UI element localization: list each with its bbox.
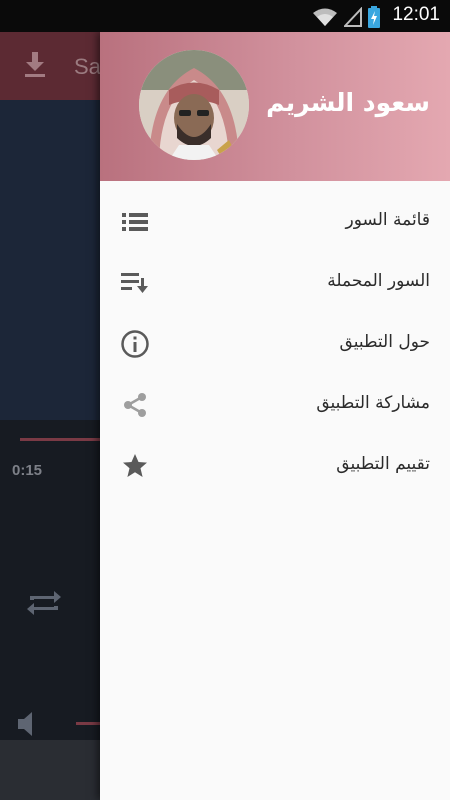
volume-icon[interactable] [16, 710, 40, 738]
wifi-icon [313, 8, 337, 26]
menu-item-surah-list[interactable]: قائمة السور [100, 191, 450, 252]
menu-item-downloaded-surahs[interactable]: السور المحملة [100, 252, 450, 313]
avatar [139, 50, 249, 160]
share-icon [120, 390, 150, 420]
reciter-photo [139, 50, 249, 160]
star-icon [120, 451, 150, 481]
list-icon [120, 207, 150, 237]
signal-icon [344, 7, 362, 27]
background-toolbar-title: Sa [74, 54, 101, 79]
menu-item-label: حول التطبيق [339, 332, 430, 352]
menu-item-rate[interactable]: تقييم التطبيق [100, 435, 450, 496]
info-icon [120, 329, 150, 359]
status-icons [312, 6, 380, 28]
menu-item-label: السور المحملة [327, 271, 430, 291]
drawer-menu: قائمة السور السور المحملة حول التطبيق مش… [100, 191, 450, 496]
download-list-icon [120, 268, 150, 298]
menu-item-share[interactable]: مشاركة التطبيق [100, 374, 450, 435]
download-icon[interactable] [24, 52, 46, 78]
repeat-icon[interactable] [24, 586, 64, 620]
reciter-name: سعود الشريم [266, 88, 430, 117]
background-progress-bar[interactable] [20, 438, 100, 441]
status-time: 12:01 [392, 4, 440, 25]
drawer-header: سعود الشريم [100, 32, 450, 181]
background-elapsed-time: 0:15 [12, 462, 43, 479]
navigation-drawer: سعود الشريم قائمة السور السور المحملة حو… [100, 32, 450, 800]
menu-item-label: مشاركة التطبيق [316, 393, 430, 413]
battery-icon [368, 6, 380, 28]
status-bar: 12:01 [0, 0, 450, 32]
menu-item-label: تقييم التطبيق [336, 454, 430, 474]
menu-item-label: قائمة السور [345, 210, 430, 230]
menu-item-about[interactable]: حول التطبيق [100, 313, 450, 374]
